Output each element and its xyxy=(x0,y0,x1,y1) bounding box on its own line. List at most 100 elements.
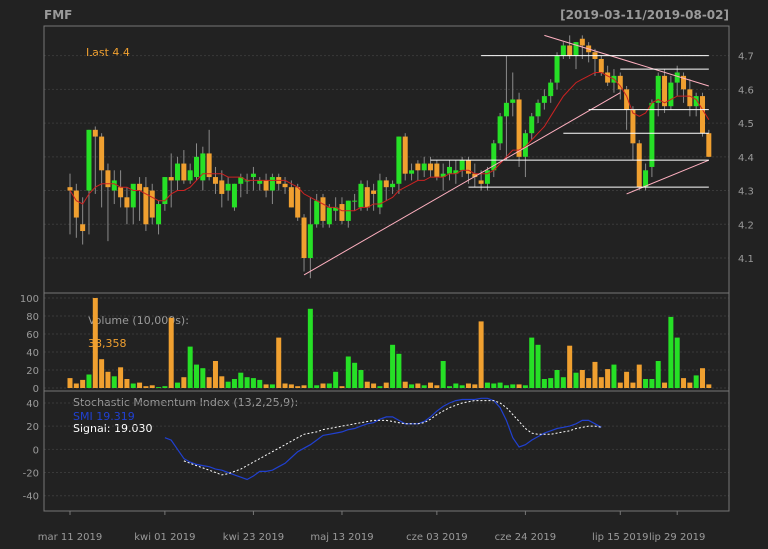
candle-body xyxy=(352,200,358,202)
candle-body xyxy=(187,170,193,181)
smi-tick-label: -20 xyxy=(23,469,39,480)
volume-bar xyxy=(529,337,535,388)
volume-bar xyxy=(459,385,465,388)
candle-body xyxy=(194,156,199,178)
volume-tick-label: 80 xyxy=(26,312,39,323)
candle-body xyxy=(168,177,174,181)
volume-bar xyxy=(693,375,699,388)
volume-bar xyxy=(143,386,149,388)
volume-bar xyxy=(428,382,434,388)
volume-bar xyxy=(579,370,585,388)
price-tick-label: 4.1 xyxy=(738,254,754,265)
volume-bar xyxy=(187,346,193,388)
volume-bar xyxy=(535,344,541,388)
signal-label: Signal: 19.030 xyxy=(73,422,152,435)
smi-tick-label: -40 xyxy=(23,492,39,503)
volume-bar xyxy=(175,382,181,388)
volume-bar xyxy=(371,383,377,388)
volume-bar xyxy=(212,361,218,388)
volume-bar xyxy=(503,385,509,388)
volume-bar xyxy=(421,385,427,388)
candle-body xyxy=(307,224,313,259)
volume-bar xyxy=(364,381,370,388)
x-tick-label: cze 03 2019 xyxy=(406,532,467,543)
candle-body xyxy=(693,96,699,107)
volume-bar xyxy=(200,368,206,388)
chart-background xyxy=(0,0,768,549)
volume-bar xyxy=(554,370,560,388)
volume-tick-label: 60 xyxy=(26,330,39,341)
volume-bar xyxy=(225,381,231,388)
volume-bar xyxy=(162,386,168,388)
candle-body xyxy=(560,45,566,56)
smi-tick-label: 20 xyxy=(26,422,39,433)
volume-bar xyxy=(390,344,396,388)
candle-body xyxy=(225,183,231,191)
volume-bar xyxy=(156,387,162,388)
volume-tick-label: 40 xyxy=(26,348,39,359)
volume-bar xyxy=(194,364,199,388)
candle-body xyxy=(263,180,269,191)
candle-body xyxy=(86,129,92,191)
candle-body xyxy=(529,116,535,134)
volume-bar xyxy=(598,377,604,388)
volume-bar xyxy=(649,379,655,388)
x-tick-label: cze 24 2019 xyxy=(495,532,556,543)
candle-body xyxy=(706,133,712,157)
candle-body xyxy=(295,187,301,218)
x-tick-label: mar 11 2019 xyxy=(38,532,103,543)
symbol-title: FMF xyxy=(44,8,72,22)
volume-bar xyxy=(137,382,143,388)
candle-body xyxy=(364,187,370,208)
candle-body xyxy=(149,190,155,218)
volume-bar xyxy=(396,353,402,388)
volume-bar xyxy=(149,385,155,388)
candle-body xyxy=(579,38,585,46)
volume-bar xyxy=(706,384,712,388)
volume-bar xyxy=(206,377,212,388)
volume-bar xyxy=(130,383,136,388)
volume-bar xyxy=(326,383,332,388)
volume-bar xyxy=(472,384,478,388)
candle-body xyxy=(548,82,554,97)
candle-body xyxy=(668,82,674,107)
candle-body xyxy=(92,129,98,137)
candle-body xyxy=(434,163,440,178)
candle-body xyxy=(137,183,143,191)
x-tick-label: maj 13 2019 xyxy=(310,532,373,543)
volume-bar xyxy=(674,337,680,388)
candle-body xyxy=(326,207,332,225)
candle-body xyxy=(250,173,256,178)
smi-tick-label: 0 xyxy=(33,445,39,456)
volume-bar xyxy=(377,386,383,388)
price-tick-label: 4.4 xyxy=(738,153,754,164)
volume-bar xyxy=(624,371,630,388)
volume-bar xyxy=(118,367,124,388)
volume-bar xyxy=(567,345,573,388)
smi-tick-label: 40 xyxy=(26,399,39,410)
candle-body xyxy=(320,197,326,221)
candle-body xyxy=(516,99,522,157)
candle-body xyxy=(541,96,547,103)
candle-body xyxy=(605,72,611,83)
candle-body xyxy=(655,75,661,103)
volume-bar xyxy=(345,356,351,388)
candle-body xyxy=(554,55,560,83)
price-tick-label: 4.2 xyxy=(738,220,754,231)
candle-body xyxy=(700,96,705,134)
volume-bar xyxy=(541,379,547,388)
volume-bar xyxy=(238,372,244,388)
volume-bar xyxy=(662,382,668,388)
candle-body xyxy=(73,190,79,218)
volume-bar xyxy=(681,378,687,388)
candle-body xyxy=(421,163,427,171)
candle-body xyxy=(288,187,294,208)
volume-bar xyxy=(295,386,301,388)
candle-body xyxy=(219,180,225,194)
volume-bar xyxy=(415,383,421,388)
candle-body xyxy=(175,163,181,181)
candle-body xyxy=(371,190,377,194)
candle-body xyxy=(339,204,345,221)
candle-body xyxy=(111,180,117,191)
volume-bar xyxy=(219,376,225,388)
